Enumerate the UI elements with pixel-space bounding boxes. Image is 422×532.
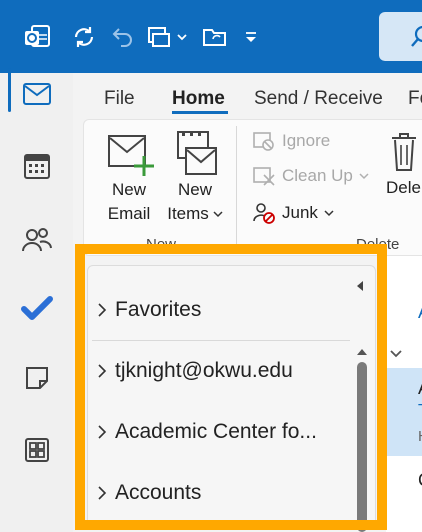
new-email-label-2: Email (107, 204, 151, 223)
new-items-button[interactable]: New Items (163, 130, 227, 226)
tab-folder[interactable]: Fo (408, 88, 422, 110)
mail-list-filter-label[interactable]: A (418, 302, 422, 323)
mail-item-sender: A (418, 378, 422, 399)
junk-icon (253, 203, 275, 224)
tab-send-receive[interactable]: Send / Receive (254, 88, 383, 110)
new-email-button[interactable]: New Email (101, 132, 157, 226)
ribbon-separator (236, 126, 237, 248)
search-icon (409, 24, 422, 55)
chevron-down-icon (213, 211, 223, 218)
dropdown-icon[interactable] (242, 20, 260, 54)
todo-icon[interactable] (0, 282, 73, 334)
new-email-icon (101, 132, 157, 178)
mail-list-selected-row[interactable] (386, 368, 422, 456)
chevron-down-icon (359, 173, 369, 180)
search-box[interactable] (379, 12, 422, 61)
new-items-label-1: New (177, 180, 212, 199)
ignore-button[interactable]: Ignore (252, 130, 330, 152)
mail-item-subject: T (418, 402, 422, 420)
tab-home[interactable]: Home (172, 88, 225, 110)
move-folder-icon[interactable] (200, 20, 230, 54)
tab-file[interactable]: File (104, 88, 135, 110)
new-items-icon (163, 130, 227, 178)
trash-icon (386, 130, 422, 176)
sync-icon[interactable] (70, 20, 98, 54)
calendar-icon[interactable] (0, 140, 73, 192)
junk-button[interactable]: Junk (252, 201, 334, 225)
clean-up-icon (253, 167, 275, 186)
apps-icon[interactable] (0, 424, 73, 476)
chevron-down-icon (324, 210, 334, 217)
delete-button[interactable]: Dele (386, 130, 422, 200)
clean-up-button[interactable]: Clean Up (252, 165, 369, 187)
mail-item-sender-2: C (418, 470, 422, 491)
active-tab-underline (172, 111, 228, 114)
outlook-logo-icon (22, 20, 52, 54)
print-icon[interactable] (144, 20, 188, 54)
people-icon[interactable] (0, 214, 73, 266)
new-email-label-1: New (111, 180, 146, 199)
highlight-frame (75, 244, 387, 530)
title-bar (0, 0, 422, 73)
delete-label: Dele (386, 178, 421, 197)
mail-item-preview: H (418, 428, 422, 445)
mail-icon[interactable] (0, 68, 73, 120)
chevron-down-icon[interactable] (389, 346, 403, 364)
clean-up-label: Clean Up (282, 166, 353, 185)
notes-icon[interactable] (0, 352, 73, 404)
ignore-label: Ignore (282, 131, 331, 150)
junk-label: Junk (282, 203, 318, 222)
new-items-label-2: Items (167, 204, 209, 223)
undo-icon[interactable] (108, 20, 136, 54)
ignore-icon (253, 132, 274, 151)
